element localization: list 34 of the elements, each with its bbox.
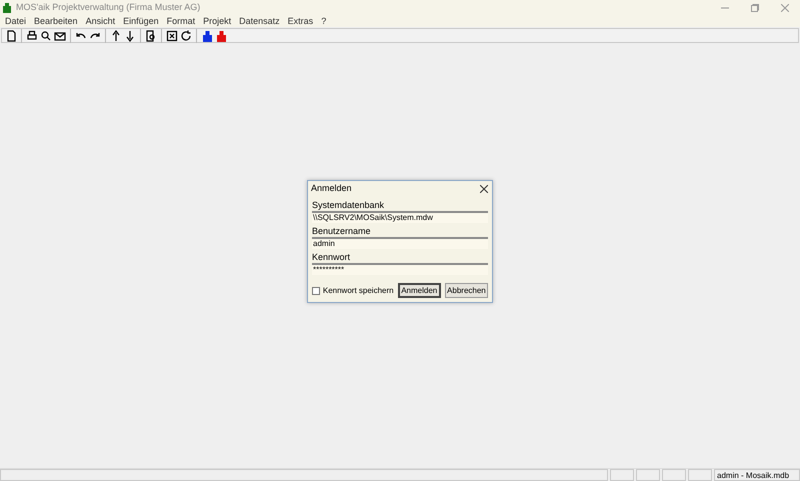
x-box-icon[interactable] xyxy=(165,28,179,42)
field-label: Kennwort xyxy=(312,252,352,263)
window-title: MOS'aik Projektverwaltung (Firma Muster AG) xyxy=(16,0,200,14)
menu-item[interactable]: Projekt xyxy=(199,15,236,27)
menu-item[interactable]: Ansicht xyxy=(82,15,120,27)
status-panel xyxy=(636,469,660,481)
menu-item[interactable]: Bearbeiten xyxy=(30,15,82,27)
print-preview-icon[interactable] xyxy=(39,28,53,42)
print-icon[interactable] xyxy=(25,28,39,42)
app-logo-icon xyxy=(2,2,12,13)
menu-item[interactable]: Datensatz xyxy=(235,15,284,27)
dialog-button[interactable]: Anmelden xyxy=(398,283,441,298)
checkbox-label: Kennwort speichern xyxy=(322,284,394,296)
menu-item[interactable]: Datei xyxy=(1,15,30,27)
field-label: Benutzername xyxy=(312,226,372,237)
dialog-button[interactable]: Abbrechen xyxy=(444,283,488,298)
menu-item[interactable]: Extras xyxy=(284,15,318,27)
checkbox[interactable] xyxy=(312,286,320,294)
restore-icon[interactable] xyxy=(751,4,759,12)
text-field[interactable]: ********** xyxy=(312,263,488,275)
menu-item[interactable]: Einfügen xyxy=(119,15,163,27)
menu-item[interactable]: ? xyxy=(317,15,330,27)
status-panel xyxy=(610,469,634,481)
close-icon[interactable] xyxy=(480,184,488,192)
status-panel xyxy=(688,469,712,481)
field-label: Systemdatenbank xyxy=(312,200,386,211)
minimize-icon[interactable] xyxy=(721,6,729,8)
status-user: admin - Mosaik.mdb xyxy=(714,469,800,481)
menu-item[interactable]: Format xyxy=(162,15,200,27)
refresh-icon[interactable] xyxy=(179,28,193,42)
text-field[interactable]: \\SQLSRV2\MOSaik\System.mdw xyxy=(312,211,488,223)
text-field[interactable]: admin xyxy=(312,237,488,249)
status-panel xyxy=(662,469,686,481)
dialog-title: Anmelden xyxy=(311,182,352,195)
